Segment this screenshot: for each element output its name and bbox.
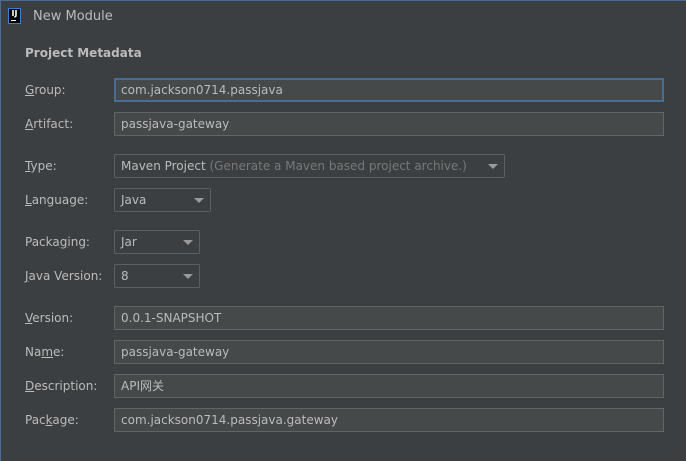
description-label: Description: — [25, 379, 98, 393]
intellij-logo-icon: IJ — [8, 8, 21, 24]
java-version-dropdown[interactable]: 8 — [114, 264, 200, 288]
chevron-down-icon — [488, 164, 498, 169]
chevron-down-icon — [183, 240, 193, 245]
group-label: Group: — [25, 83, 66, 97]
packaging-value: Jar — [121, 235, 137, 249]
packaging-dropdown[interactable]: Jar — [114, 230, 200, 254]
version-label: Version: — [25, 311, 74, 325]
java-version-value: 8 — [121, 269, 129, 283]
artifact-input[interactable]: passjava-gateway — [114, 112, 664, 136]
type-dropdown[interactable]: Maven Project (Generate a Maven based pr… — [114, 154, 505, 178]
name-input[interactable]: passjava-gateway — [114, 340, 664, 364]
group-input[interactable]: com.jackson0714.passjava — [114, 78, 664, 102]
package-input[interactable]: com.jackson0714.passjava.gateway — [114, 408, 664, 432]
chevron-down-icon — [183, 274, 193, 279]
section-title: Project Metadata — [25, 46, 142, 60]
version-input[interactable]: 0.0.1-SNAPSHOT — [114, 306, 664, 330]
window-title: New Module — [33, 9, 113, 24]
description-input[interactable]: API网关 — [114, 374, 664, 398]
package-label: Package: — [25, 413, 79, 427]
packaging-label: Packaging: — [25, 235, 90, 249]
type-label: Type: — [25, 159, 57, 173]
artifact-label: Artifact: — [25, 117, 74, 131]
type-hint: (Generate a Maven based project archive.… — [209, 159, 467, 173]
name-label: Name: — [25, 345, 65, 359]
language-dropdown[interactable]: Java — [114, 188, 211, 212]
title-bar: IJ New Module — [1, 1, 686, 33]
language-label: Language: — [25, 193, 89, 207]
chevron-down-icon — [194, 198, 204, 203]
java-version-label: Java Version: — [25, 269, 103, 283]
type-value: Maven Project — [121, 159, 206, 173]
language-value: Java — [121, 193, 147, 207]
